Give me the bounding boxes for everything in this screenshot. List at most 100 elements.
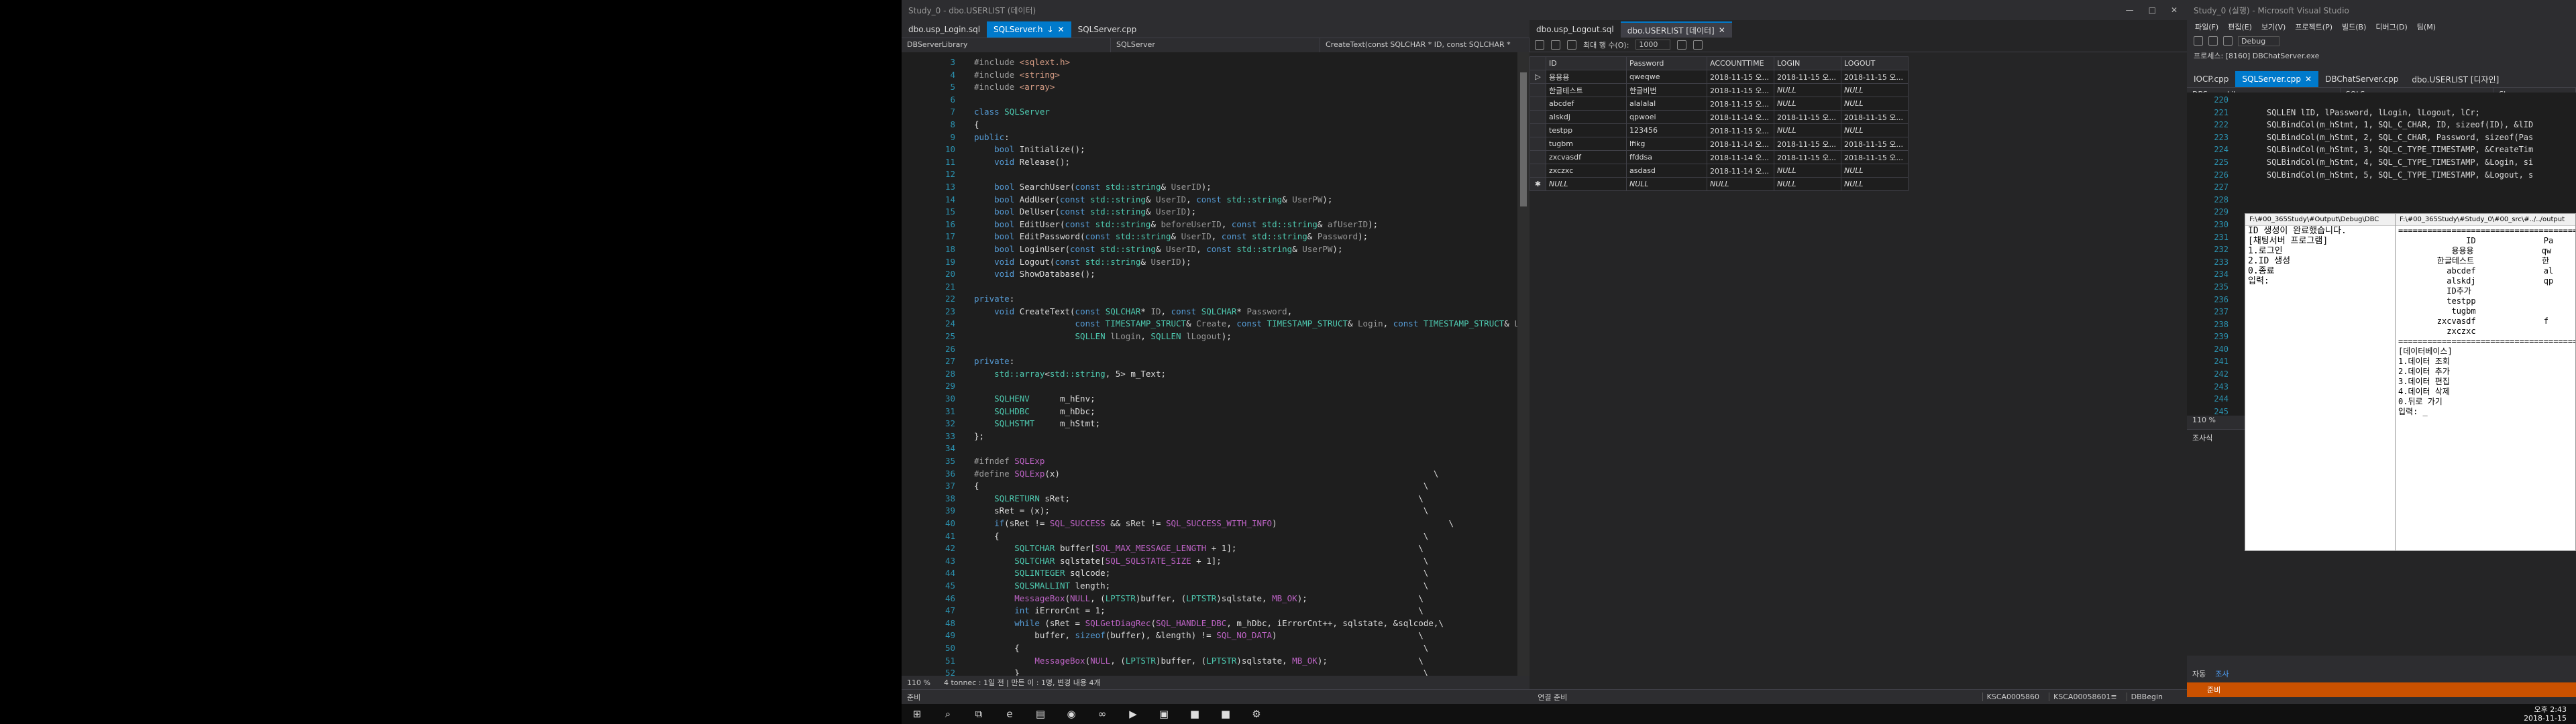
- code-line[interactable]: 23 void CreateText(const SQLCHAR* ID, co…: [945, 306, 1516, 318]
- file-explorer-icon[interactable]: ▤: [1033, 707, 1048, 721]
- code-line[interactable]: 45 SQLSMALLINT length; \: [945, 580, 1516, 593]
- code-line[interactable]: 34: [945, 442, 1516, 455]
- code-line[interactable]: 22 private:: [945, 293, 1516, 306]
- code-line[interactable]: 9 public:: [950, 131, 1516, 144]
- code-line[interactable]: 50 { \: [945, 642, 1516, 655]
- tab-userlist-design[interactable]: dbo.USERLIST [디자인]: [2405, 71, 2506, 87]
- tab-userlist-data[interactable]: dbo.USERLIST [데이터] ✕: [1620, 21, 1732, 38]
- code-line[interactable]: 224 SQLBindCol(m_hStmt, 3, SQL_C_TYPE_TI…: [2214, 143, 2563, 156]
- table-cell[interactable]: testpp: [1546, 123, 1627, 137]
- close-icon[interactable]: ✕: [1719, 25, 1725, 35]
- save-icon[interactable]: [2208, 36, 2218, 46]
- close-icon[interactable]: ✕: [1058, 25, 1065, 34]
- table-cell[interactable]: NULL: [1774, 83, 1841, 97]
- table-cell[interactable]: 2018-11-14 오...: [1707, 164, 1774, 178]
- windows-start-icon[interactable]: ⊞: [910, 707, 924, 721]
- table-cell[interactable]: qpwoei: [1626, 110, 1707, 124]
- column-header[interactable]: ACCOUNTTIME: [1707, 56, 1774, 70]
- table-cell[interactable]: zxczxc: [1546, 164, 1627, 178]
- tab-dbchatserver-cpp[interactable]: DBChatServer.cpp: [2318, 71, 2405, 87]
- pin-icon[interactable]: ↓: [1046, 25, 1053, 34]
- code-line[interactable]: 35 #ifndef SQLExp: [945, 455, 1516, 468]
- table-cell[interactable]: NULL: [1774, 164, 1841, 178]
- code-line[interactable]: 17 bool EditPassword(const std::string& …: [945, 231, 1516, 243]
- menu-view[interactable]: 보기(V): [2261, 21, 2286, 32]
- code-line[interactable]: 49 buffer, sizeof(buffer), &length) != S…: [945, 629, 1516, 642]
- code-line[interactable]: 26: [945, 343, 1516, 356]
- search-icon[interactable]: ⌕: [941, 707, 955, 721]
- table-cell[interactable]: NULL: [1841, 97, 1909, 111]
- minimize-button[interactable]: —: [2126, 5, 2134, 15]
- table-cell[interactable]: lfikg: [1626, 137, 1707, 151]
- table-cell[interactable]: 2018-11-14 오...: [1707, 137, 1774, 151]
- tab-sqlserver-cpp[interactable]: SQLServer.cpp: [1071, 21, 1144, 38]
- tab-autos[interactable]: 자동: [2192, 668, 2206, 679]
- row-selector[interactable]: [1529, 123, 1546, 137]
- code-line[interactable]: 36 #define SQLExp(x) \: [945, 468, 1516, 481]
- refresh-icon[interactable]: [1535, 40, 1544, 50]
- table-row[interactable]: 한글테스트 한글비번 2018-11-15 오... NULL NULL: [1529, 83, 1909, 97]
- table-cell[interactable]: 2018-11-15 오...: [1841, 137, 1909, 151]
- max-rows-select[interactable]: 1000: [1635, 40, 1671, 50]
- table-row[interactable]: abcdef alalalal 2018-11-15 오... NULL NULL: [1529, 97, 1909, 111]
- code-line[interactable]: 14 bool AddUser(const std::string& UserI…: [945, 194, 1516, 206]
- code-line[interactable]: 226 SQLBindCol(m_hStmt, 5, SQL_C_TYPE_TI…: [2214, 169, 2563, 182]
- export-icon[interactable]: [1693, 40, 1703, 50]
- zoom-level[interactable]: 110 %: [907, 678, 930, 687]
- zoom-level[interactable]: 110 %: [2192, 416, 2216, 424]
- code-line[interactable]: 21: [945, 281, 1516, 294]
- back-icon[interactable]: [2194, 36, 2203, 46]
- tab-sqlserver-cpp[interactable]: SQLServer.cpp ✕: [2235, 71, 2319, 87]
- code-line[interactable]: 31 SQLHDBC m_hDbc;: [945, 406, 1516, 418]
- column-header[interactable]: Password: [1626, 56, 1707, 70]
- table-cell[interactable]: NULL: [1841, 177, 1909, 191]
- table-cell[interactable]: 2018-11-15 오...: [1707, 97, 1774, 111]
- table-cell[interactable]: NULL: [1626, 177, 1707, 191]
- member-dropdown[interactable]: CreateText(const SQLCHAR * ID, const SQL…: [1320, 38, 1529, 52]
- table-cell[interactable]: 2018-11-15 오...: [1774, 70, 1841, 84]
- table-cell[interactable]: 2018-11-15 오...: [1774, 150, 1841, 164]
- tab-usp-login[interactable]: dbo.usp_Login.sql: [902, 21, 987, 38]
- app-icon[interactable]: ▣: [1157, 707, 1171, 721]
- code-line[interactable]: 51 MessageBox(NULL, (LPTSTR)buffer, (LPT…: [945, 655, 1516, 668]
- table-row[interactable]: ✱ NULL NULL NULL NULL NULL: [1529, 177, 1909, 191]
- row-selector-header[interactable]: [1529, 56, 1546, 70]
- table-cell[interactable]: 2018-11-14 오...: [1707, 150, 1774, 164]
- code-line[interactable]: 41 { \: [945, 530, 1516, 543]
- code-editor[interactable]: 3 #include <sqlext.h> 4 #include <string> 5 #…: [902, 52, 1550, 678]
- table-cell[interactable]: 용용용: [1546, 70, 1627, 84]
- table-cell[interactable]: 한글테스트: [1546, 83, 1627, 97]
- table-cell[interactable]: NULL: [1546, 177, 1627, 191]
- maximize-button[interactable]: □: [2149, 5, 2156, 15]
- code-line[interactable]: 28 std::array<std::string, 5> m_Text;: [945, 368, 1516, 381]
- tab-sqlserver-h[interactable]: SQLServer.h ↓ ✕: [987, 21, 1071, 38]
- code-line[interactable]: 19 void Logout(const std::string& UserID…: [945, 256, 1516, 269]
- scroll-thumb[interactable]: [1520, 72, 1527, 206]
- code-line[interactable]: 20 void ShowDatabase();: [945, 268, 1516, 281]
- table-row[interactable]: ▷ 용용용 qweqwe 2018-11-15 오... 2018-11-15 오...…: [1529, 70, 1909, 84]
- code-line[interactable]: 30 SQLHENV m_hEnv;: [945, 393, 1516, 406]
- system-clock[interactable]: 오후 2:43 2018-11-15: [2524, 705, 2576, 723]
- menu-build[interactable]: 빌드(B): [2342, 21, 2366, 32]
- table-row[interactable]: tugbm lfikg 2018-11-14 오... 2018-11-15 오...…: [1529, 137, 1909, 151]
- code-line[interactable]: 32 SQLHSTMT m_hStmt;: [945, 418, 1516, 430]
- tab-watch[interactable]: 조사: [2215, 668, 2229, 679]
- code-line[interactable]: 4 #include <string>: [950, 69, 1516, 82]
- row-selector[interactable]: [1529, 110, 1546, 124]
- app-icon[interactable]: ⚙: [1249, 707, 1264, 721]
- table-cell[interactable]: NULL: [1707, 177, 1774, 191]
- table-cell[interactable]: NULL: [1841, 83, 1909, 97]
- table-cell[interactable]: 2018-11-15 오...: [1707, 123, 1774, 137]
- code-line[interactable]: 27 private:: [945, 355, 1516, 368]
- table-cell[interactable]: 2018-11-15 오...: [1841, 150, 1909, 164]
- code-line[interactable]: 33};: [945, 430, 1516, 443]
- table-cell[interactable]: alalalal: [1626, 97, 1707, 111]
- code-line[interactable]: 10 bool Initialize();: [945, 143, 1516, 156]
- table-row[interactable]: alskdj qpwoei 2018-11-14 오... 2018-11-15 오.…: [1529, 110, 1909, 124]
- code-line[interactable]: 39 sRet = (x); \: [945, 505, 1516, 518]
- close-button[interactable]: ✕: [2171, 5, 2178, 15]
- vertical-scrollbar[interactable]: [1517, 52, 1529, 676]
- menu-edit[interactable]: 편집(E): [2228, 21, 2252, 32]
- table-cell[interactable]: 2018-11-15 오...: [1774, 110, 1841, 124]
- code-line[interactable]: 13 bool SearchUser(const std::string& Us…: [945, 181, 1516, 194]
